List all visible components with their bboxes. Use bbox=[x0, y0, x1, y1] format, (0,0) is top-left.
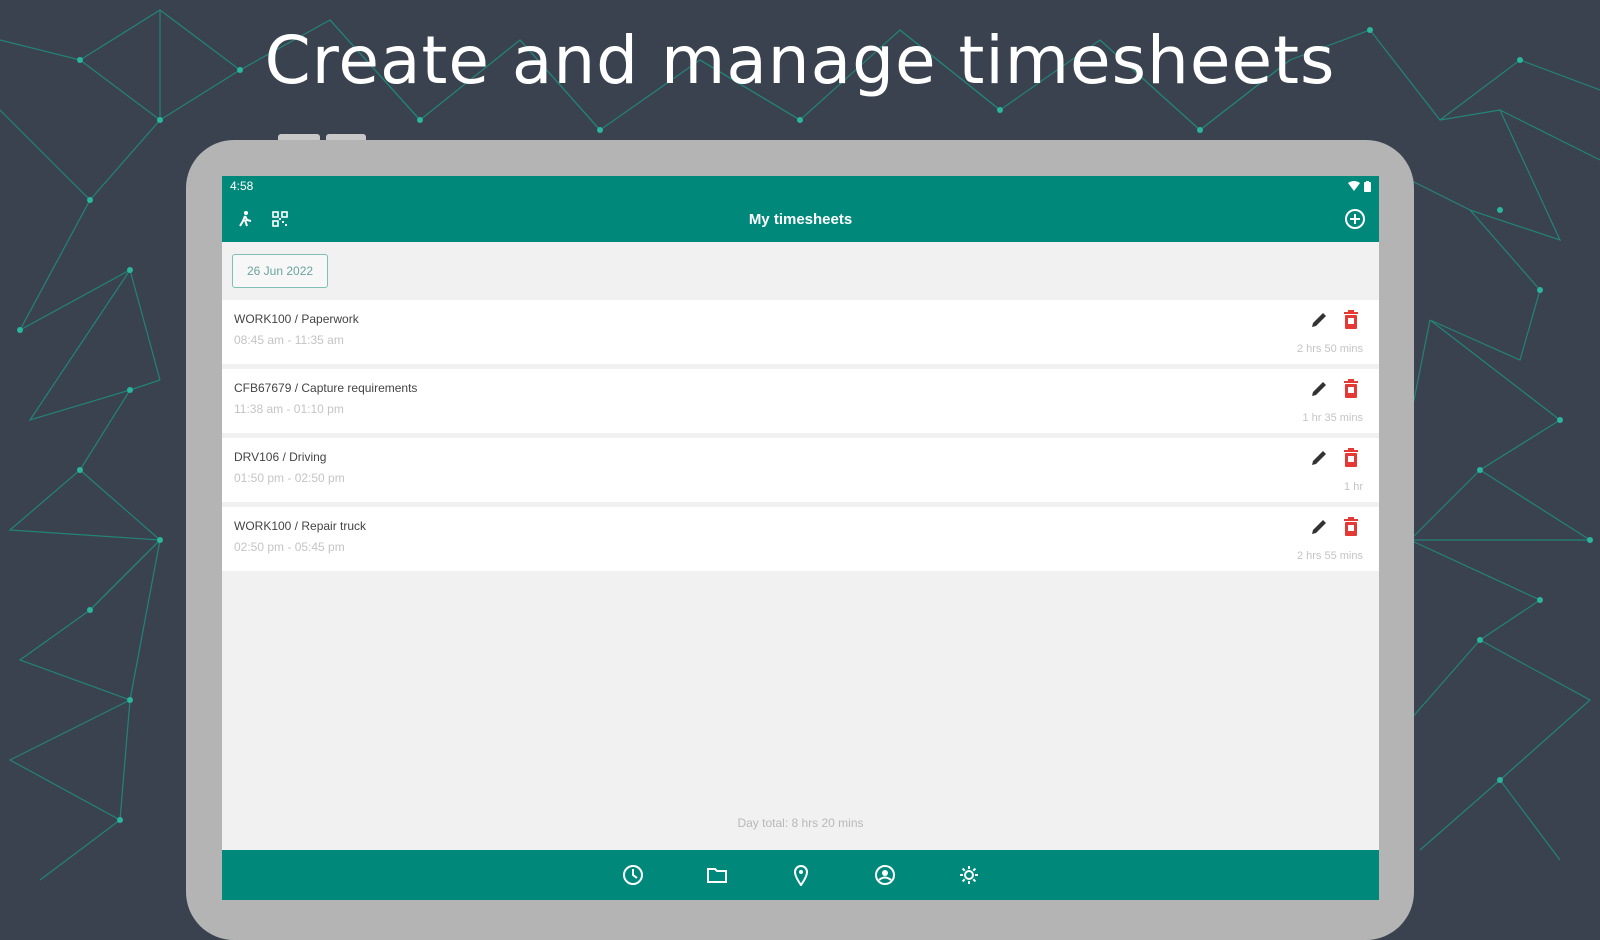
status-bar: 4:58 bbox=[222, 176, 1379, 196]
page-headline: Create and manage timesheets bbox=[264, 22, 1336, 99]
status-icons bbox=[1348, 180, 1371, 192]
delete-trash-icon[interactable] bbox=[1339, 377, 1363, 401]
app-screen: 4:58 My timesheets 26 Jun 2022 WORK100 /… bbox=[222, 176, 1379, 900]
account-icon[interactable] bbox=[873, 863, 897, 887]
entry-title: CFB67679 / Capture requirements bbox=[234, 381, 418, 395]
entry-title: WORK100 / Paperwork bbox=[234, 312, 359, 326]
person-walk-icon[interactable] bbox=[234, 207, 258, 231]
entry-time-range: 02:50 pm - 05:45 pm bbox=[234, 540, 345, 554]
edit-pencil-icon[interactable] bbox=[1307, 515, 1331, 539]
timesheet-entry[interactable]: CFB67679 / Capture requirements 11:38 am… bbox=[222, 369, 1379, 433]
qr-code-icon[interactable] bbox=[268, 207, 292, 231]
entry-duration: 1 hr 35 mins bbox=[1302, 412, 1363, 424]
delete-trash-icon[interactable] bbox=[1339, 308, 1363, 332]
entry-duration: 2 hrs 50 mins bbox=[1296, 343, 1363, 355]
delete-trash-icon[interactable] bbox=[1339, 515, 1363, 539]
page-title: My timesheets bbox=[748, 210, 853, 228]
add-circle-icon[interactable] bbox=[1343, 207, 1367, 231]
entry-duration: 1 hr bbox=[1344, 481, 1363, 493]
edit-pencil-icon[interactable] bbox=[1307, 377, 1331, 401]
battery-icon bbox=[1364, 180, 1371, 192]
edit-pencil-icon[interactable] bbox=[1307, 308, 1331, 332]
entry-title: DRV106 / Driving bbox=[234, 450, 327, 464]
entry-time-range: 08:45 am - 11:35 am bbox=[234, 333, 344, 347]
settings-gear-icon[interactable] bbox=[957, 863, 981, 887]
folder-icon[interactable] bbox=[705, 863, 729, 887]
location-pin-icon[interactable] bbox=[789, 863, 813, 887]
wifi-icon bbox=[1348, 181, 1360, 191]
day-total: Day total: 8 hrs 20 mins bbox=[737, 816, 864, 830]
timesheet-entry[interactable]: WORK100 / Paperwork 08:45 am - 11:35 am … bbox=[222, 300, 1379, 364]
timesheet-list: WORK100 / Paperwork 08:45 am - 11:35 am … bbox=[222, 300, 1379, 571]
timesheet-entry[interactable]: WORK100 / Repair truck 02:50 pm - 05:45 … bbox=[222, 507, 1379, 571]
entry-time-range: 11:38 am - 01:10 pm bbox=[234, 402, 344, 416]
timesheet-entry[interactable]: DRV106 / Driving 01:50 pm - 02:50 pm 1 h… bbox=[222, 438, 1379, 502]
date-selector[interactable]: 26 Jun 2022 bbox=[232, 254, 329, 288]
delete-trash-icon[interactable] bbox=[1339, 446, 1363, 470]
edit-pencil-icon[interactable] bbox=[1307, 446, 1331, 470]
clock-icon[interactable] bbox=[621, 863, 645, 887]
entry-title: WORK100 / Repair truck bbox=[234, 519, 367, 533]
app-bar: My timesheets bbox=[222, 196, 1379, 242]
bottom-navigation bbox=[222, 850, 1379, 900]
entry-duration: 2 hrs 55 mins bbox=[1296, 550, 1363, 562]
status-time: 4:58 bbox=[230, 179, 254, 193]
date-row: 26 Jun 2022 bbox=[222, 242, 1379, 300]
entry-time-range: 01:50 pm - 02:50 pm bbox=[234, 471, 345, 485]
